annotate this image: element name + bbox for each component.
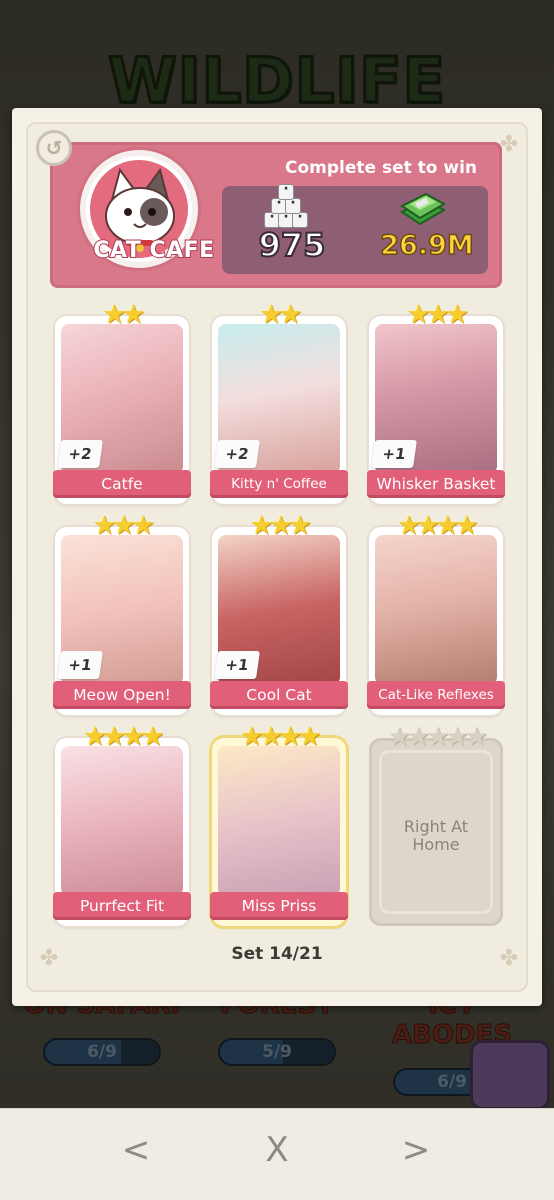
album-icon — [470, 1040, 550, 1110]
star-rating: ★★★★ — [83, 722, 164, 752]
background-set-progress-text: 5/9 — [262, 1042, 292, 1062]
duplicate-count: +2 — [57, 440, 103, 468]
card-name: Kitty n' Coffee — [210, 470, 348, 498]
cash-reward-value: 26.9M — [380, 229, 475, 262]
duplicate-count: +2 — [214, 440, 260, 468]
card-art — [218, 746, 340, 896]
background-set-progress-bar: 5/9 — [218, 1038, 336, 1066]
background-set-progress-bar: 6/9 — [43, 1038, 161, 1066]
next-set-button[interactable]: > — [386, 1125, 446, 1175]
duplicate-count: +1 — [57, 651, 103, 679]
star-rating: ★★★★★ — [387, 722, 489, 752]
card-name: Cat-Like Reflexes — [367, 681, 505, 709]
cash-stack-icon — [400, 192, 447, 226]
reward-box: 975 26.9M — [222, 181, 488, 274]
card-name: Right At Home — [403, 817, 469, 854]
sticker-card[interactable]: ★★★ +1 Whisker Basket — [367, 302, 505, 504]
sticker-card[interactable]: ★★ +2 Catfe — [53, 302, 191, 504]
set-header: CAT CAFE Complete set to win 975 26.9M — [50, 142, 502, 288]
duplicate-count: +1 — [371, 440, 417, 468]
card-name: Whisker Basket — [367, 470, 505, 498]
card-art — [375, 535, 497, 685]
card-name: Cool Cat — [210, 681, 348, 709]
dice-reward-value: 975 — [258, 225, 327, 265]
sticker-card[interactable]: ★★★★ Cat-Like Reflexes — [367, 513, 505, 715]
star-rating: ★★ — [102, 300, 146, 330]
card-name: Miss Priss — [210, 892, 348, 920]
star-rating: ★★★★ — [397, 511, 478, 541]
star-rating: ★★★ — [407, 300, 469, 330]
background-set-progress-text: 6/9 — [87, 1042, 117, 1062]
sticker-card[interactable]: ★★★ +1 Cool Cat — [210, 513, 348, 715]
set-progress-text: Set 14/21 — [231, 944, 323, 964]
card-art — [61, 746, 183, 896]
history-icon[interactable]: ↺ — [36, 130, 72, 166]
locked-card[interactable]: ★★★★★ Right At Home — [369, 724, 503, 926]
set-reward-prompt: Complete set to win — [284, 158, 478, 178]
dice-icon — [264, 181, 308, 230]
album-title: WILDLIFE — [107, 43, 447, 119]
duplicate-count: +1 — [214, 651, 260, 679]
card-name: Purrfect Fit — [53, 892, 191, 920]
sticker-card[interactable]: ★★ +2 Kitty n' Coffee — [210, 302, 348, 504]
star-rating: ★★★★ — [240, 722, 321, 752]
previous-set-button[interactable]: < — [106, 1125, 166, 1175]
star-rating: ★★★ — [93, 511, 155, 541]
sticker-card[interactable]: ★★★ +1 Meow Open! — [53, 513, 191, 715]
sticker-card[interactable]: ★★★★ Miss Priss — [210, 724, 348, 926]
sticker-card[interactable]: ★★★★ Purrfect Fit — [53, 724, 191, 926]
card-name: Meow Open! — [53, 681, 191, 709]
star-rating: ★★ — [259, 300, 303, 330]
close-button[interactable]: X — [247, 1125, 307, 1175]
set-name: CAT CAFE — [92, 237, 215, 264]
star-rating: ★★★ — [250, 511, 312, 541]
bottom-navigation: < X > — [0, 1108, 554, 1200]
card-name: Catfe — [53, 470, 191, 498]
